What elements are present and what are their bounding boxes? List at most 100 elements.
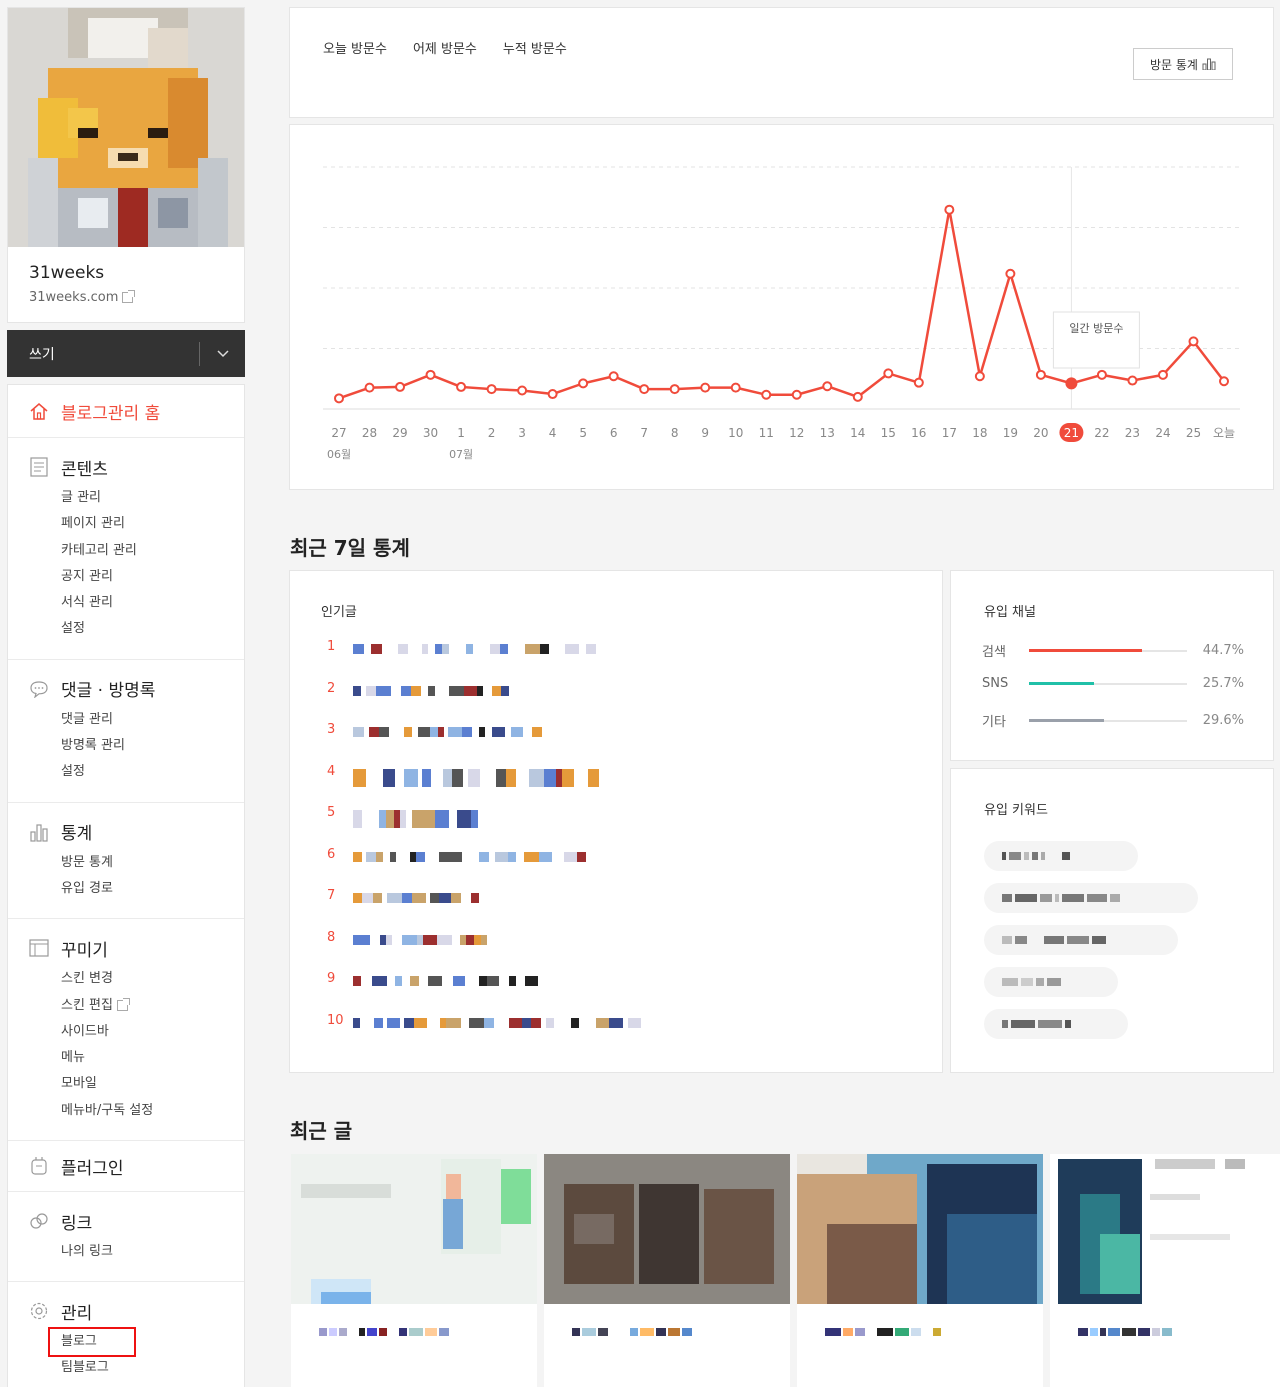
data-point[interactable] <box>944 204 955 215</box>
submenu-item-notices[interactable]: 공지 관리 <box>61 564 244 590</box>
data-point[interactable] <box>822 381 833 392</box>
tab-total-visits[interactable]: 누적 방문수 <box>503 38 567 57</box>
submenu-item-posts[interactable]: 글 관리 <box>61 485 244 511</box>
popular-post-title-pixels[interactable] <box>353 1017 641 1028</box>
data-point[interactable] <box>883 368 894 379</box>
post-thumbnail[interactable] <box>1050 1154 1280 1304</box>
popular-post-title-pixels[interactable] <box>353 934 492 945</box>
menu-plugins[interactable]: 플러그인 <box>8 1153 244 1179</box>
keyword-pill[interactable] <box>984 925 1178 955</box>
menu-stats[interactable]: 통계 <box>8 819 244 845</box>
skin-edit-label[interactable]: 스킨 편집 <box>61 993 113 1019</box>
popular-post-title-pixels[interactable] <box>353 768 615 787</box>
menu-manage[interactable]: 관리 <box>8 1298 244 1324</box>
tab-today-visits[interactable]: 오늘 방문수 <box>323 38 387 57</box>
post-thumbnail[interactable] <box>797 1154 1043 1304</box>
recent-post-card[interactable] <box>291 1154 537 1387</box>
keyword-pill[interactable] <box>984 967 1118 997</box>
submenu-item-team-blog[interactable]: 팀블로그 <box>61 1355 244 1381</box>
post-thumbnail[interactable] <box>544 1154 790 1304</box>
data-point[interactable] <box>1005 268 1016 279</box>
visit-stats-button-label[interactable]: 방문 통계 <box>1150 56 1198 73</box>
recent-post-card[interactable] <box>1050 1154 1280 1387</box>
menu-comments-label[interactable]: 댓글 · 방명록 <box>61 676 155 701</box>
data-point[interactable] <box>1219 376 1229 387</box>
popular-post-item[interactable]: 4 <box>327 764 641 806</box>
submenu-item-pages[interactable]: 페이지 관리 <box>61 511 244 537</box>
data-point[interactable] <box>974 371 985 382</box>
blog-name[interactable]: 31weeks <box>29 263 244 283</box>
popular-post-item[interactable]: 6 <box>327 847 641 889</box>
data-point[interactable] <box>1127 375 1138 386</box>
data-point[interactable] <box>1065 377 1078 390</box>
submenu-item-visit-stats[interactable]: 방문 통계 <box>61 850 244 876</box>
menu-home[interactable]: 블로그관리 홈 <box>8 398 244 424</box>
data-point[interactable] <box>456 381 467 392</box>
submenu-item-mobile[interactable]: 모바일 <box>61 1071 244 1097</box>
data-point[interactable] <box>1035 369 1046 380</box>
menu-manage-label[interactable]: 관리 <box>61 1299 92 1324</box>
data-point[interactable] <box>791 389 802 400</box>
post-thumbnail[interactable] <box>291 1154 537 1304</box>
blog-url-text[interactable]: 31weeks.com <box>29 290 118 305</box>
data-point[interactable] <box>913 377 924 388</box>
popular-post-title-pixels[interactable] <box>353 685 509 696</box>
data-point[interactable] <box>852 391 863 402</box>
data-point[interactable] <box>1157 369 1168 380</box>
submenu-item-menu[interactable]: 메뉴 <box>61 1045 244 1071</box>
keyword-pill[interactable] <box>984 883 1198 913</box>
popular-post-title-pixels[interactable] <box>353 893 479 903</box>
submenu-item-sidebar[interactable]: 사이드바 <box>61 1019 244 1045</box>
menu-links-label[interactable]: 링크 <box>61 1209 92 1234</box>
submenu-item-menubar-subscribe[interactable]: 메뉴바/구독 설정 <box>61 1098 244 1124</box>
data-point[interactable] <box>1096 369 1107 380</box>
data-point[interactable] <box>608 371 619 382</box>
popular-post-item[interactable]: 5 <box>327 805 641 847</box>
menu-stats-label[interactable]: 통계 <box>61 819 92 844</box>
keyword-pill[interactable] <box>984 841 1138 871</box>
chevron-down-icon[interactable] <box>200 349 245 358</box>
write-button[interactable]: 쓰기 <box>7 330 245 377</box>
menu-contents-label[interactable]: 콘텐츠 <box>61 455 108 480</box>
submenu-item-contents-settings[interactable]: 설정 <box>61 616 244 642</box>
data-point[interactable] <box>395 381 406 392</box>
data-point[interactable] <box>364 382 375 393</box>
popular-post-title-pixels[interactable] <box>353 727 546 737</box>
menu-design[interactable]: 꾸미기 <box>8 935 244 961</box>
menu-plugins-label[interactable]: 플러그인 <box>61 1154 124 1179</box>
menu-home-label[interactable]: 블로그관리 홈 <box>61 399 160 424</box>
submenu-item-blog[interactable]: 블로그 <box>48 1327 136 1358</box>
recent-post-card[interactable] <box>797 1154 1043 1387</box>
data-point[interactable] <box>486 384 497 395</box>
data-point[interactable] <box>730 382 741 393</box>
visit-stats-button[interactable]: 방문 통계 <box>1133 48 1233 80</box>
data-point[interactable] <box>578 378 589 389</box>
popular-post-item[interactable]: 8 <box>327 930 641 972</box>
popular-post-item[interactable]: 10 <box>327 1013 641 1055</box>
popular-post-item[interactable]: 7 <box>327 888 641 930</box>
submenu-item-referrers[interactable]: 유입 경로 <box>61 876 244 902</box>
popular-post-item[interactable]: 2 <box>327 681 641 723</box>
submenu-item-skin-edit[interactable]: 스킨 편집 <box>61 993 244 1019</box>
submenu-item-skin-change[interactable]: 스킨 변경 <box>61 966 244 992</box>
tab-yesterday-visits[interactable]: 어제 방문수 <box>413 38 477 57</box>
avatar[interactable] <box>8 8 244 247</box>
popular-post-title-pixels[interactable] <box>353 976 538 986</box>
data-point[interactable] <box>669 384 680 395</box>
data-point[interactable] <box>700 382 711 393</box>
blog-url-link[interactable]: 31weeks.com <box>29 290 244 305</box>
data-point[interactable] <box>547 389 558 400</box>
data-point[interactable] <box>1188 336 1199 347</box>
popular-post-item[interactable]: 1 <box>327 639 641 681</box>
menu-design-label[interactable]: 꾸미기 <box>61 936 108 961</box>
data-point[interactable] <box>761 389 772 400</box>
write-button-label[interactable]: 쓰기 <box>7 344 199 364</box>
submenu-item-comments[interactable]: 댓글 관리 <box>61 707 244 733</box>
recent-post-card[interactable] <box>544 1154 790 1387</box>
submenu-item-guestbook[interactable]: 방명록 관리 <box>61 733 244 759</box>
data-point[interactable] <box>425 369 436 380</box>
submenu-item-comments-settings[interactable]: 설정 <box>61 759 244 785</box>
popular-post-title-pixels[interactable] <box>353 851 597 862</box>
menu-contents[interactable]: 콘텐츠 <box>8 454 244 480</box>
popular-post-title-pixels[interactable] <box>353 644 596 654</box>
